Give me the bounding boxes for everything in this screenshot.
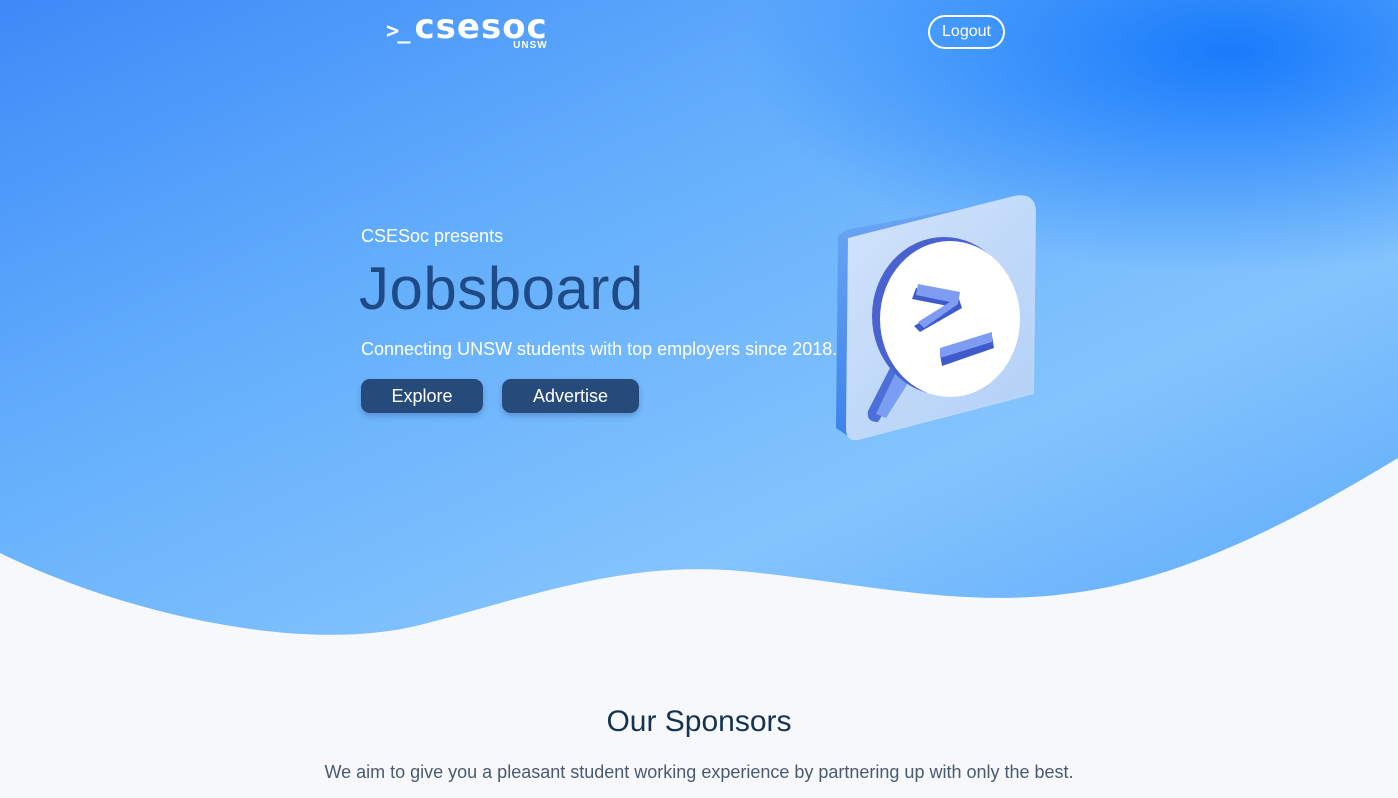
- logout-button[interactable]: Logout: [928, 15, 1005, 49]
- logo-subtitle: UNSW: [513, 40, 548, 51]
- logo-wordmark: csesoc: [414, 7, 548, 47]
- landing-page: >_ csesoc UNSW Logout CSESoc presents Jo…: [0, 0, 1398, 798]
- sponsors-description: We aim to give you a pleasant student wo…: [324, 762, 1074, 782]
- sponsors-title: Our Sponsors: [606, 705, 792, 738]
- magnifier-terminal-icon: [836, 195, 1036, 441]
- csesoc-logo[interactable]: >_ csesoc UNSW: [386, 7, 548, 51]
- advertise-button[interactable]: Advertise: [502, 379, 639, 413]
- explore-button[interactable]: Explore: [361, 379, 483, 413]
- hero-presents: CSESoc presents: [361, 226, 504, 246]
- hero-background: [0, 0, 1398, 635]
- hero-title: Jobsboard: [359, 255, 644, 322]
- logo-prompt-glyph: >_: [386, 19, 410, 44]
- hero-tagline: Connecting UNSW students with top employ…: [361, 339, 838, 359]
